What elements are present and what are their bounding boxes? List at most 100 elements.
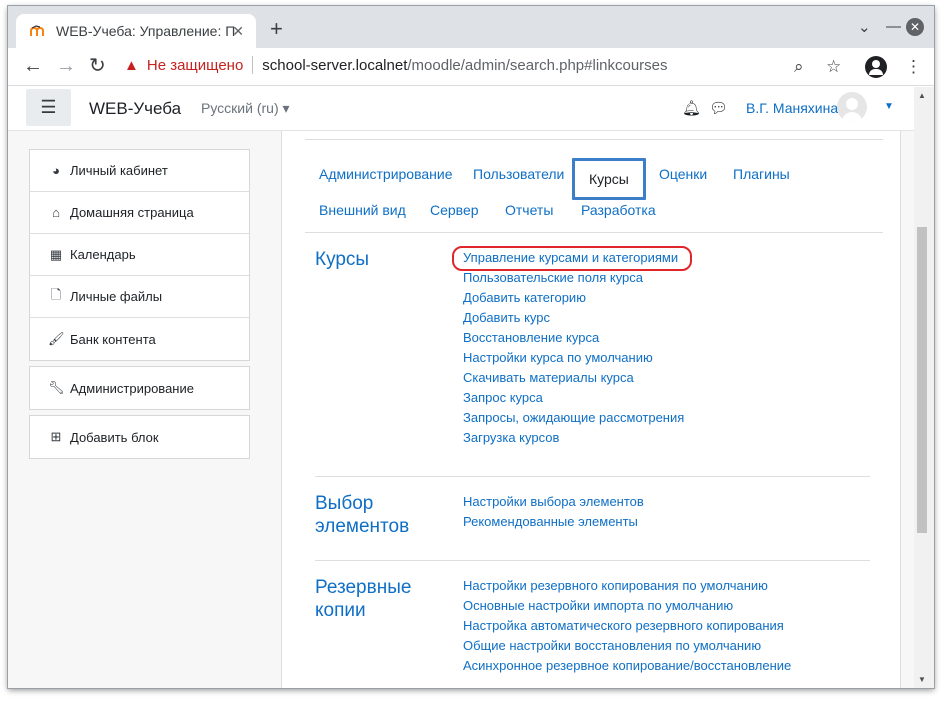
site-name[interactable]: WEB-Учеба bbox=[89, 99, 181, 119]
url-host: school-server.localnet bbox=[262, 56, 408, 74]
forward-icon[interactable]: → bbox=[56, 56, 76, 76]
home-icon: ⌂ bbox=[52, 205, 60, 220]
link-course-custom-fields[interactable]: Пользовательские поля курса bbox=[463, 268, 684, 288]
profile-icon[interactable] bbox=[865, 56, 887, 78]
scroll-down-icon[interactable]: ▼ bbox=[918, 675, 926, 684]
browser-window: WEB-Учеба: Управление: Поиск ✕ + ⌄ — ✕ ←… bbox=[8, 6, 934, 688]
add-block-button[interactable]: ⊞ Добавить блок bbox=[30, 416, 249, 458]
divider bbox=[315, 560, 870, 561]
link-course-request[interactable]: Запрос курса bbox=[463, 388, 684, 408]
file-icon: 🗋︎ bbox=[50, 286, 62, 302]
link-import-defaults[interactable]: Основные настройки импорта по умолчанию bbox=[463, 596, 791, 616]
section-heading: Курсы bbox=[315, 249, 370, 270]
sidebar-item-label: Личные файлы bbox=[70, 289, 163, 304]
tabs-row-1: Администрирование Пользователи Курсы Оце… bbox=[305, 153, 883, 200]
tab-server[interactable]: Сервер bbox=[430, 189, 479, 231]
scrollbar-thumb[interactable] bbox=[917, 227, 927, 533]
tab-search-chevron-icon[interactable]: ⌄ bbox=[858, 18, 871, 36]
new-tab-icon[interactable]: + bbox=[270, 18, 283, 40]
link-automated-backup[interactable]: Настройка автоматического резервного коп… bbox=[463, 616, 791, 636]
warning-icon: ▲ bbox=[124, 56, 139, 74]
tab-title: WEB-Учеба: Управление: Поиск bbox=[56, 23, 236, 39]
link-course-default-settings[interactable]: Настройки курса по умолчанию bbox=[463, 348, 684, 368]
sidebar-item-private-files[interactable]: 🗋︎ Личные файлы bbox=[30, 276, 249, 318]
section-heading: Резервные копии bbox=[315, 577, 412, 621]
sidebar-item-label: Календарь bbox=[70, 247, 136, 262]
url-path: /moodle/admin/search.php#linkcourses bbox=[407, 56, 668, 74]
link-restore-course[interactable]: Восстановление курса bbox=[463, 328, 684, 348]
admin-block: 🔧︎ Администрирование bbox=[29, 366, 250, 410]
link-add-category[interactable]: Добавить категорию bbox=[463, 288, 684, 308]
language-menu[interactable]: Русский (ru) ▾ bbox=[201, 100, 290, 117]
avatar[interactable] bbox=[837, 92, 867, 122]
sidebar-item-home[interactable]: ⌂ Домашняя страница bbox=[30, 192, 249, 234]
nav-block: ◕ Личный кабинет ⌂ Домашняя страница ▦ Кале… bbox=[29, 149, 250, 361]
plus-square-icon: ⊞ bbox=[50, 429, 62, 444]
link-download-course-content[interactable]: Скачивать материалы курса bbox=[463, 368, 684, 388]
tab-close-icon[interactable]: ✕ bbox=[232, 23, 244, 40]
link-add-course[interactable]: Добавить курс bbox=[463, 308, 684, 328]
divider bbox=[315, 476, 870, 477]
browser-toolbar: ← → ↻ ▲ Не защищено school-server.localn… bbox=[8, 48, 934, 86]
tabs-row-2: Внешний вид Сервер Отчеты Разработка bbox=[305, 189, 883, 225]
tab-reports[interactable]: Отчеты bbox=[505, 189, 553, 231]
sidebar-item-administration[interactable]: 🔧︎ Администрирование bbox=[30, 367, 249, 409]
section-heading: Выбор элементов bbox=[315, 493, 410, 537]
sidebar-item-label: Банк контента bbox=[70, 331, 156, 347]
link-async-backup-restore[interactable]: Асинхронное резервное копирование/восста… bbox=[463, 656, 791, 676]
section-links: Управление курсами и категориями Пользов… bbox=[452, 246, 692, 448]
section-links: Настройки резервного копирования по умол… bbox=[463, 576, 791, 676]
notifications-bell-icon[interactable]: 🔔︎ bbox=[682, 99, 701, 117]
page-scrollbar[interactable]: ▲ ▼ bbox=[914, 87, 934, 688]
section-activity-chooser: Выбор элементов Настройки выбора элемент… bbox=[315, 492, 870, 552]
address-separator bbox=[252, 56, 254, 74]
link-upload-courses[interactable]: Загрузка курсов bbox=[463, 428, 684, 448]
sidebar-item-content-bank[interactable]: 🖌︎ Банк контента bbox=[30, 318, 249, 360]
link-activity-chooser-settings[interactable]: Настройки выбора элементов bbox=[463, 492, 644, 512]
main-region: Администрирование Пользователи Курсы Оце… bbox=[281, 131, 901, 688]
link-backup-defaults[interactable]: Настройки резервного копирования по умол… bbox=[463, 576, 791, 596]
tab-development[interactable]: Разработка bbox=[581, 189, 656, 231]
user-menu-caret-icon[interactable]: ▼ bbox=[884, 101, 894, 112]
sidebar-item-label: Домашняя страница bbox=[70, 205, 194, 220]
window-close-icon[interactable]: ✕ bbox=[906, 18, 924, 36]
section-courses: Курсы Управление курсами и категориями П… bbox=[315, 246, 870, 448]
highlight-annotation bbox=[452, 246, 692, 271]
add-block-block: ⊞ Добавить блок bbox=[29, 415, 250, 459]
highlighted-link-wrapper: Управление курсами и категориями bbox=[452, 246, 692, 271]
sidebar-item-label: Личный кабинет bbox=[70, 163, 168, 178]
drawer-toggle-button[interactable]: ☰ bbox=[26, 89, 71, 126]
divider bbox=[305, 232, 883, 233]
zoom-icon[interactable]: ⌕ bbox=[794, 57, 804, 77]
address-bar[interactable]: ▲ Не защищено school-server.localnet/moo… bbox=[124, 56, 668, 74]
nav-drawer: ◕ Личный кабинет ⌂ Домашняя страница ▦ Кале… bbox=[29, 149, 250, 459]
reload-icon[interactable]: ↻ bbox=[89, 56, 106, 76]
minimize-icon[interactable]: — bbox=[886, 18, 901, 35]
browser-tab[interactable]: WEB-Учеба: Управление: Поиск ✕ bbox=[16, 14, 256, 48]
wrench-icon: 🔧︎ bbox=[48, 380, 65, 395]
link-pending-requests[interactable]: Запросы, ожидающие рассмотрения bbox=[463, 408, 684, 428]
paintbrush-icon: 🖌︎ bbox=[48, 331, 65, 346]
bookmark-star-icon[interactable]: ☆ bbox=[826, 57, 841, 77]
messages-icon[interactable]: 💬︎ bbox=[709, 99, 728, 117]
sidebar-item-label: Администрирование bbox=[70, 380, 194, 396]
moodle-favicon-icon bbox=[30, 23, 46, 39]
link-recommended-activities[interactable]: Рекомендованные элементы bbox=[463, 512, 644, 532]
tab-appearance[interactable]: Внешний вид bbox=[319, 189, 406, 231]
sidebar-item-dashboard[interactable]: ◕ Личный кабинет bbox=[30, 150, 249, 192]
dashboard-icon: ◕ bbox=[52, 163, 60, 178]
divider bbox=[305, 139, 883, 140]
browser-menu-icon[interactable]: ⋮ bbox=[905, 57, 922, 77]
sidebar-item-label: Добавить блок bbox=[70, 429, 159, 445]
user-name[interactable]: В.Г. Маняхина bbox=[746, 100, 838, 116]
caret-down-icon: ▾ bbox=[282, 100, 290, 116]
language-label: Русский (ru) bbox=[201, 100, 279, 116]
sidebar-item-calendar[interactable]: ▦ Календарь bbox=[30, 234, 249, 276]
scroll-up-icon[interactable]: ▲ bbox=[918, 91, 926, 100]
not-secure-label[interactable]: Не защищено bbox=[147, 57, 243, 74]
back-icon[interactable]: ← bbox=[23, 56, 43, 76]
link-restore-defaults[interactable]: Общие настройки восстановления по умолча… bbox=[463, 636, 791, 656]
tab-strip: WEB-Учеба: Управление: Поиск ✕ + ⌄ — ✕ bbox=[8, 6, 934, 48]
admin-tabs: Администрирование Пользователи Курсы Оце… bbox=[305, 153, 883, 225]
section-links: Настройки выбора элементов Рекомендованн… bbox=[463, 492, 644, 532]
